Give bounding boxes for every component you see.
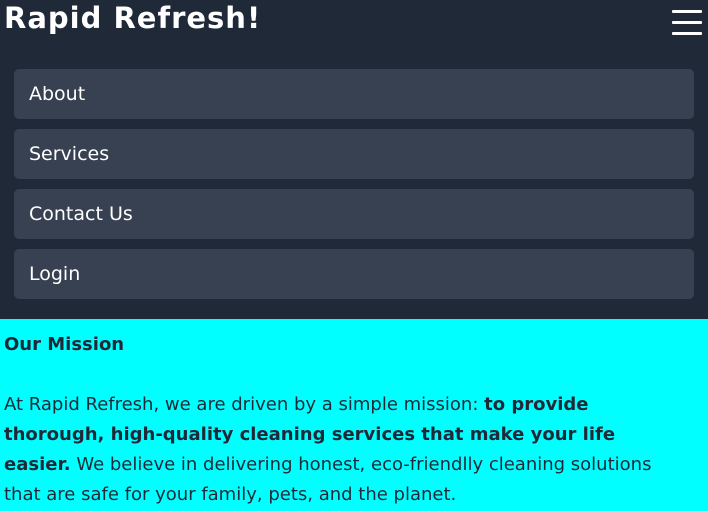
brand-logo-text[interactable]: Rapid Refresh! [4,0,261,39]
nav-item-about[interactable]: About [14,69,694,119]
nav-item-contact-us[interactable]: Contact Us [14,189,694,239]
site-header: Rapid Refresh! About Services Contact Us… [0,0,708,319]
main-nav: About Services Contact Us Login [14,69,694,309]
menu-bar [672,21,702,24]
menu-bar [672,10,702,13]
nav-item-login[interactable]: Login [14,249,694,299]
mission-text: At Rapid Refresh, we are driven by a sim… [4,390,684,510]
nav-item-label: Contact Us [29,203,133,225]
hamburger-menu-icon[interactable] [672,8,702,36]
nav-item-services[interactable]: Services [14,129,694,179]
mission-section: Our Mission At Rapid Refresh, we are dri… [4,319,684,510]
mission-title: Our Mission [4,334,125,355]
mission-text-intro: At Rapid Refresh, we are driven by a sim… [4,394,485,415]
nav-item-label: About [29,83,86,105]
nav-item-label: Login [29,263,81,285]
menu-bar [672,32,702,35]
nav-item-label: Services [29,143,110,165]
mission-text-rest: We believe in delivering honest, eco-fri… [4,454,652,505]
